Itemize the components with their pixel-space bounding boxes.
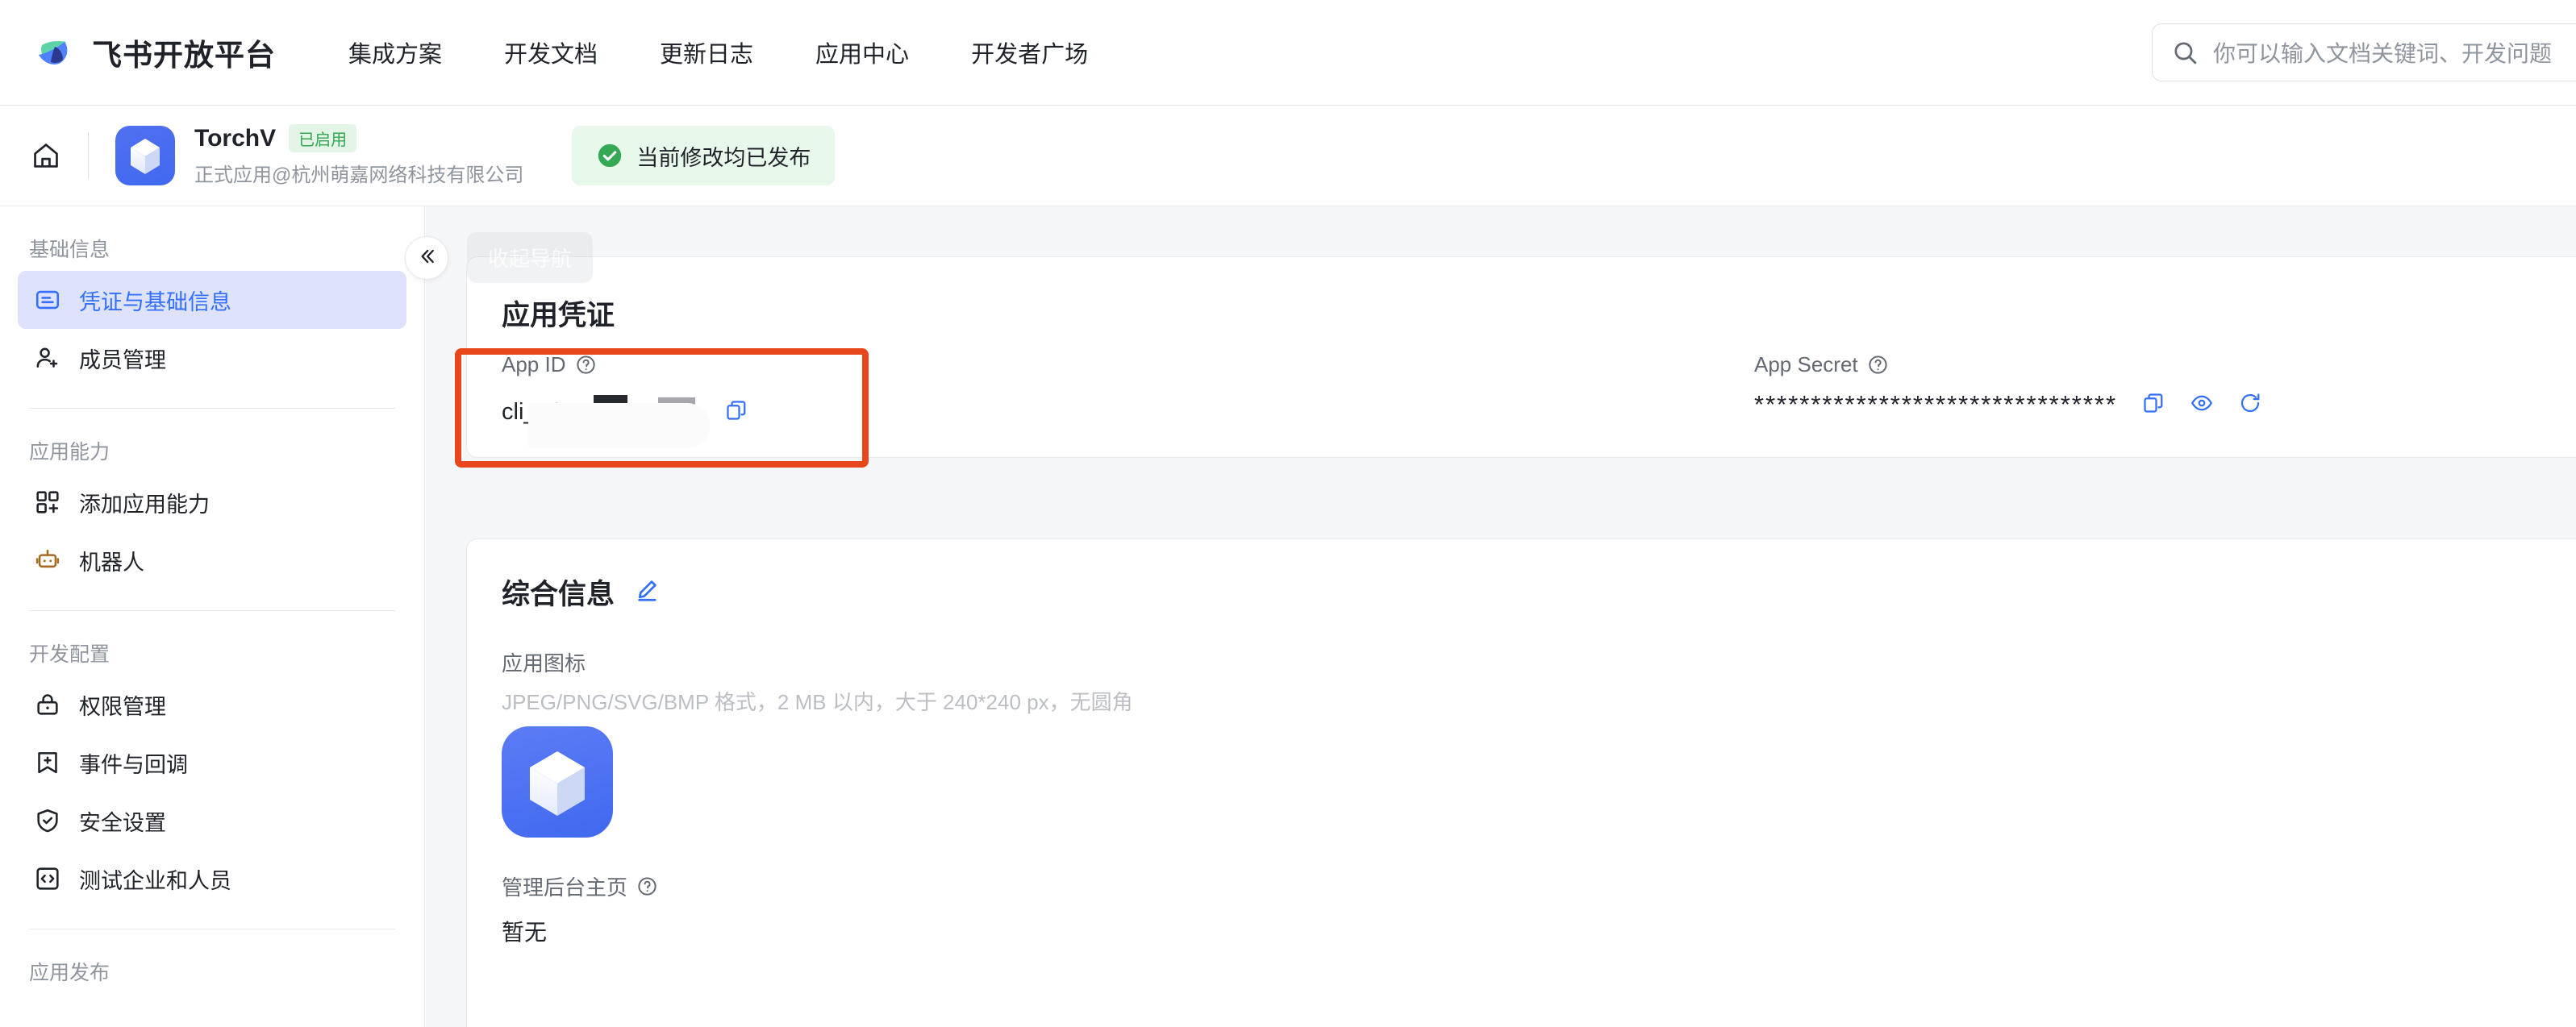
nav-link-docs[interactable]: 开发文档 xyxy=(504,35,598,69)
app-secret-label-row: App Secret xyxy=(1754,352,2262,377)
sidebar-group-basic-title: 基础信息 xyxy=(29,239,110,261)
top-navigation-bar: 飞书开放平台 集成方案 开发文档 更新日志 应用中心 开发者广场 你可以输入文档… xyxy=(0,0,2576,106)
robot-icon xyxy=(32,545,63,576)
search-input-placeholder: 你可以输入文档关键词、开发问题 xyxy=(2213,41,2553,66)
app-icon-field-label: 应用图标 xyxy=(502,651,586,676)
event-add-icon xyxy=(32,747,63,778)
sidebar-item-events-label: 事件与回调 xyxy=(79,752,188,777)
collapse-sidebar-button[interactable] xyxy=(405,236,448,280)
admin-home-label: 管理后台主页 xyxy=(502,875,628,900)
copy-icon[interactable] xyxy=(2141,391,2165,419)
sidebar-item-robot-label: 机器人 xyxy=(79,550,144,575)
app-name: TorchV xyxy=(194,124,277,152)
app-cube-icon[interactable] xyxy=(502,726,613,838)
question-circle-icon[interactable] xyxy=(636,875,658,897)
credentials-card-title: 应用凭证 xyxy=(502,300,615,331)
nav-link-integration[interactable]: 集成方案 xyxy=(348,35,442,69)
sidebar-group-release-title: 应用发布 xyxy=(29,962,110,984)
sidebar-group-devconfig-title: 开发配置 xyxy=(29,643,110,666)
sidebar-item-permissions[interactable]: 权限管理 xyxy=(18,676,406,734)
sidebar-item-credentials-label: 凭证与基础信息 xyxy=(79,289,231,314)
feishu-logo-icon xyxy=(34,31,77,74)
publish-status-text: 当前修改均已发布 xyxy=(636,145,811,170)
sidebar-item-add-capability[interactable]: 添加应用能力 xyxy=(18,473,406,531)
admin-home-value: 暂无 xyxy=(502,920,548,945)
question-circle-icon[interactable] xyxy=(575,354,597,376)
code-icon xyxy=(32,863,63,894)
main-content: 应用凭证 App ID cli_a65 xyxy=(426,206,2576,1027)
header-divider xyxy=(88,132,89,179)
shield-check-icon xyxy=(32,805,63,836)
app-id-label: App ID xyxy=(502,352,566,376)
chevron-double-left-icon xyxy=(415,245,438,272)
home-icon[interactable] xyxy=(24,134,68,177)
credential-icon xyxy=(32,285,63,315)
app-secret-label: App Secret xyxy=(1754,352,1858,376)
nav-links: 集成方案 开发文档 更新日志 应用中心 开发者广场 xyxy=(348,35,1150,69)
general-info-card: 综合信息 应用图标 JPEG/PNG/SVG/BMP 格式，2 MB 以内，大于… xyxy=(466,538,2576,1027)
info-card-title: 综合信息 xyxy=(502,579,615,610)
sidebar-divider-2 xyxy=(29,610,395,611)
app-icon-hint: JPEG/PNG/SVG/BMP 格式，2 MB 以内，大于 240*240 p… xyxy=(502,690,1133,714)
refresh-icon[interactable] xyxy=(2238,391,2262,419)
app-header-bar: TorchV 已启用 正式应用@杭州萌嘉网络科技有限公司 当前修改均已发布 xyxy=(0,106,2576,206)
sidebar-item-events[interactable]: 事件与回调 xyxy=(18,734,406,792)
question-circle-icon[interactable] xyxy=(1867,354,1889,376)
nav-link-developer-square[interactable]: 开发者广场 xyxy=(971,35,1088,69)
eye-icon[interactable] xyxy=(2190,391,2214,419)
sidebar-item-permissions-label: 权限管理 xyxy=(79,694,166,719)
publish-status-banner: 当前修改均已发布 xyxy=(572,126,836,185)
sidebar: 基础信息 凭证与基础信息 成员管理 应用能力 添加应用能力 机器人 开发配置 权… xyxy=(0,206,425,1027)
app-id-blur-smudge xyxy=(528,403,710,448)
app-secret-value: ******************************** xyxy=(1754,390,2118,418)
search-box[interactable]: 你可以输入文档关键词、开发问题 xyxy=(2152,23,2576,81)
brand[interactable]: 飞书开放平台 xyxy=(34,31,276,74)
search-icon xyxy=(2172,40,2199,66)
collapse-sidebar-tooltip: 收起导航 xyxy=(467,232,594,283)
sidebar-divider-1 xyxy=(29,408,395,409)
app-id-label-row: App ID xyxy=(502,352,748,377)
sidebar-item-members-label: 成员管理 xyxy=(79,347,166,372)
sidebar-item-add-capability-label: 添加应用能力 xyxy=(79,492,210,517)
nav-link-app-center[interactable]: 应用中心 xyxy=(815,35,909,69)
sidebar-group-capability-title: 应用能力 xyxy=(29,441,110,464)
lock-icon xyxy=(32,689,63,720)
sidebar-item-security-label: 安全设置 xyxy=(79,810,166,835)
app-credentials-card: 应用凭证 App ID cli_a65 xyxy=(466,256,2576,458)
check-circle-icon xyxy=(596,142,623,169)
sidebar-item-test-org[interactable]: 测试企业和人员 xyxy=(18,850,406,908)
grid-add-icon xyxy=(32,487,63,518)
sidebar-item-security[interactable]: 安全设置 xyxy=(18,792,406,850)
nav-link-changelog[interactable]: 更新日志 xyxy=(660,35,753,69)
app-meta: TorchV 已启用 正式应用@杭州萌嘉网络科技有限公司 xyxy=(194,124,523,187)
admin-home-label-row: 管理后台主页 xyxy=(502,871,658,901)
brand-name: 飞书开放平台 xyxy=(92,39,276,72)
user-add-icon xyxy=(32,343,63,373)
app-cube-icon xyxy=(115,126,175,185)
sidebar-item-members[interactable]: 成员管理 xyxy=(18,329,406,387)
sidebar-item-robot[interactable]: 机器人 xyxy=(18,531,406,589)
pencil-edit-icon[interactable] xyxy=(634,577,660,607)
status-badge: 已启用 xyxy=(289,124,357,152)
app-subtitle: 正式应用@杭州萌嘉网络科技有限公司 xyxy=(194,164,524,186)
sidebar-item-test-org-label: 测试企业和人员 xyxy=(79,868,231,893)
copy-icon[interactable] xyxy=(724,398,748,426)
sidebar-item-credentials[interactable]: 凭证与基础信息 xyxy=(18,271,406,329)
